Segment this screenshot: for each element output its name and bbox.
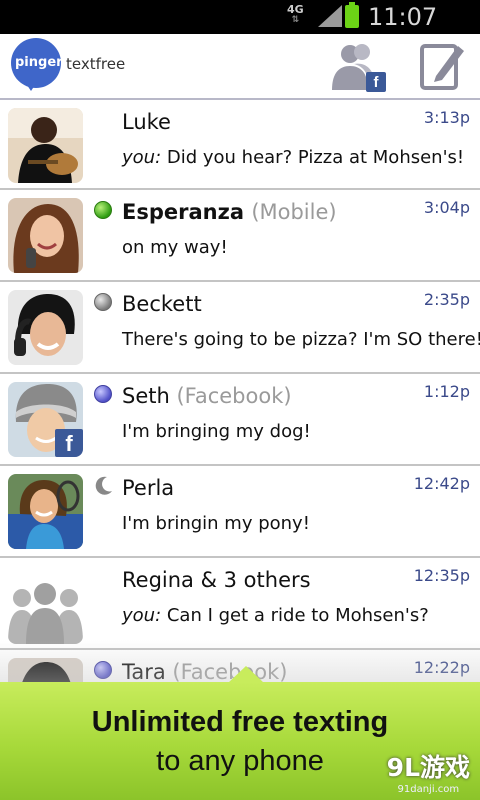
message-time: 12:35p bbox=[413, 566, 470, 585]
watermark-logo: 9L游戏 bbox=[386, 753, 470, 782]
conversation-row[interactable]: Perla 12:42p I'm bringin my pony! bbox=[0, 466, 480, 558]
watermark-url: 91danji.com bbox=[397, 784, 460, 795]
message-time: 12:22p bbox=[413, 658, 470, 677]
contact-name: Seth (Facebook) bbox=[122, 384, 292, 408]
away-status-icon bbox=[94, 293, 112, 311]
facebook-contacts-button[interactable]: f bbox=[328, 42, 386, 92]
conversation-row[interactable]: Esperanza (Mobile) 3:04p on my way! bbox=[0, 190, 480, 282]
app-name: textfree bbox=[66, 55, 126, 73]
avatar bbox=[8, 474, 83, 549]
message-time: 2:35p bbox=[423, 290, 470, 309]
conversation-list: Luke 3:13p you: Did you hear? Pizza at M… bbox=[0, 100, 480, 742]
message-time: 3:04p bbox=[423, 198, 470, 217]
avatar: f bbox=[8, 382, 83, 457]
conversation-row[interactable]: Regina & 3 others 12:35p you: Can I get … bbox=[0, 558, 480, 650]
contact-name: Perla bbox=[122, 476, 175, 500]
contact-name: Esperanza (Mobile) bbox=[122, 200, 337, 224]
group-avatar-icon bbox=[8, 578, 83, 644]
avatar bbox=[8, 198, 83, 273]
contact-name: Beckett bbox=[122, 292, 202, 316]
app-header: pinger textfree f bbox=[0, 34, 480, 100]
message-preview: on my way! bbox=[122, 237, 228, 258]
compose-button[interactable] bbox=[416, 42, 474, 92]
battery-icon bbox=[345, 2, 359, 28]
contact-name: Luke bbox=[122, 110, 171, 134]
banner-title: Unlimited free texting bbox=[91, 706, 389, 738]
avatar bbox=[8, 290, 83, 365]
message-time: 1:12p bbox=[423, 382, 470, 401]
status-bar: 4G⇅ 11:07 AM bbox=[0, 0, 480, 59]
compose-icon bbox=[420, 44, 464, 90]
message-preview: I'm bringing my dog! bbox=[122, 421, 311, 442]
conversation-row[interactable]: f Seth (Facebook) 1:12p I'm bringing my … bbox=[0, 374, 480, 466]
conversation-row[interactable]: Beckett 2:35p There's going to be pizza?… bbox=[0, 282, 480, 374]
message-preview: There's going to be pizza? I'm SO there! bbox=[122, 329, 480, 350]
avatar bbox=[8, 108, 83, 183]
message-preview: you: Did you hear? Pizza at Mohsen's! bbox=[122, 147, 465, 168]
message-time: 12:42p bbox=[413, 474, 470, 493]
banner-notch bbox=[228, 666, 264, 683]
logo-word: pinger bbox=[15, 55, 63, 70]
message-preview: you: Can I get a ride to Mohsen's? bbox=[122, 605, 429, 626]
watermark: 9L游戏 91danji.com bbox=[387, 748, 470, 795]
facebook-icon: f bbox=[366, 72, 386, 92]
online-status-icon bbox=[94, 201, 112, 219]
message-preview: I'm bringin my pony! bbox=[122, 513, 310, 534]
network-indicator: 4G ⇅ bbox=[287, 3, 304, 25]
facebook-icon: f bbox=[55, 429, 83, 457]
facebook-status-icon bbox=[94, 661, 112, 679]
contact-name: Regina & 3 others bbox=[122, 568, 311, 592]
signal-icon bbox=[318, 5, 342, 27]
conversation-row[interactable]: Luke 3:13p you: Did you hear? Pizza at M… bbox=[0, 100, 480, 190]
message-time: 3:13p bbox=[423, 108, 470, 127]
facebook-status-icon bbox=[94, 385, 112, 403]
idle-moon-icon bbox=[95, 476, 112, 495]
